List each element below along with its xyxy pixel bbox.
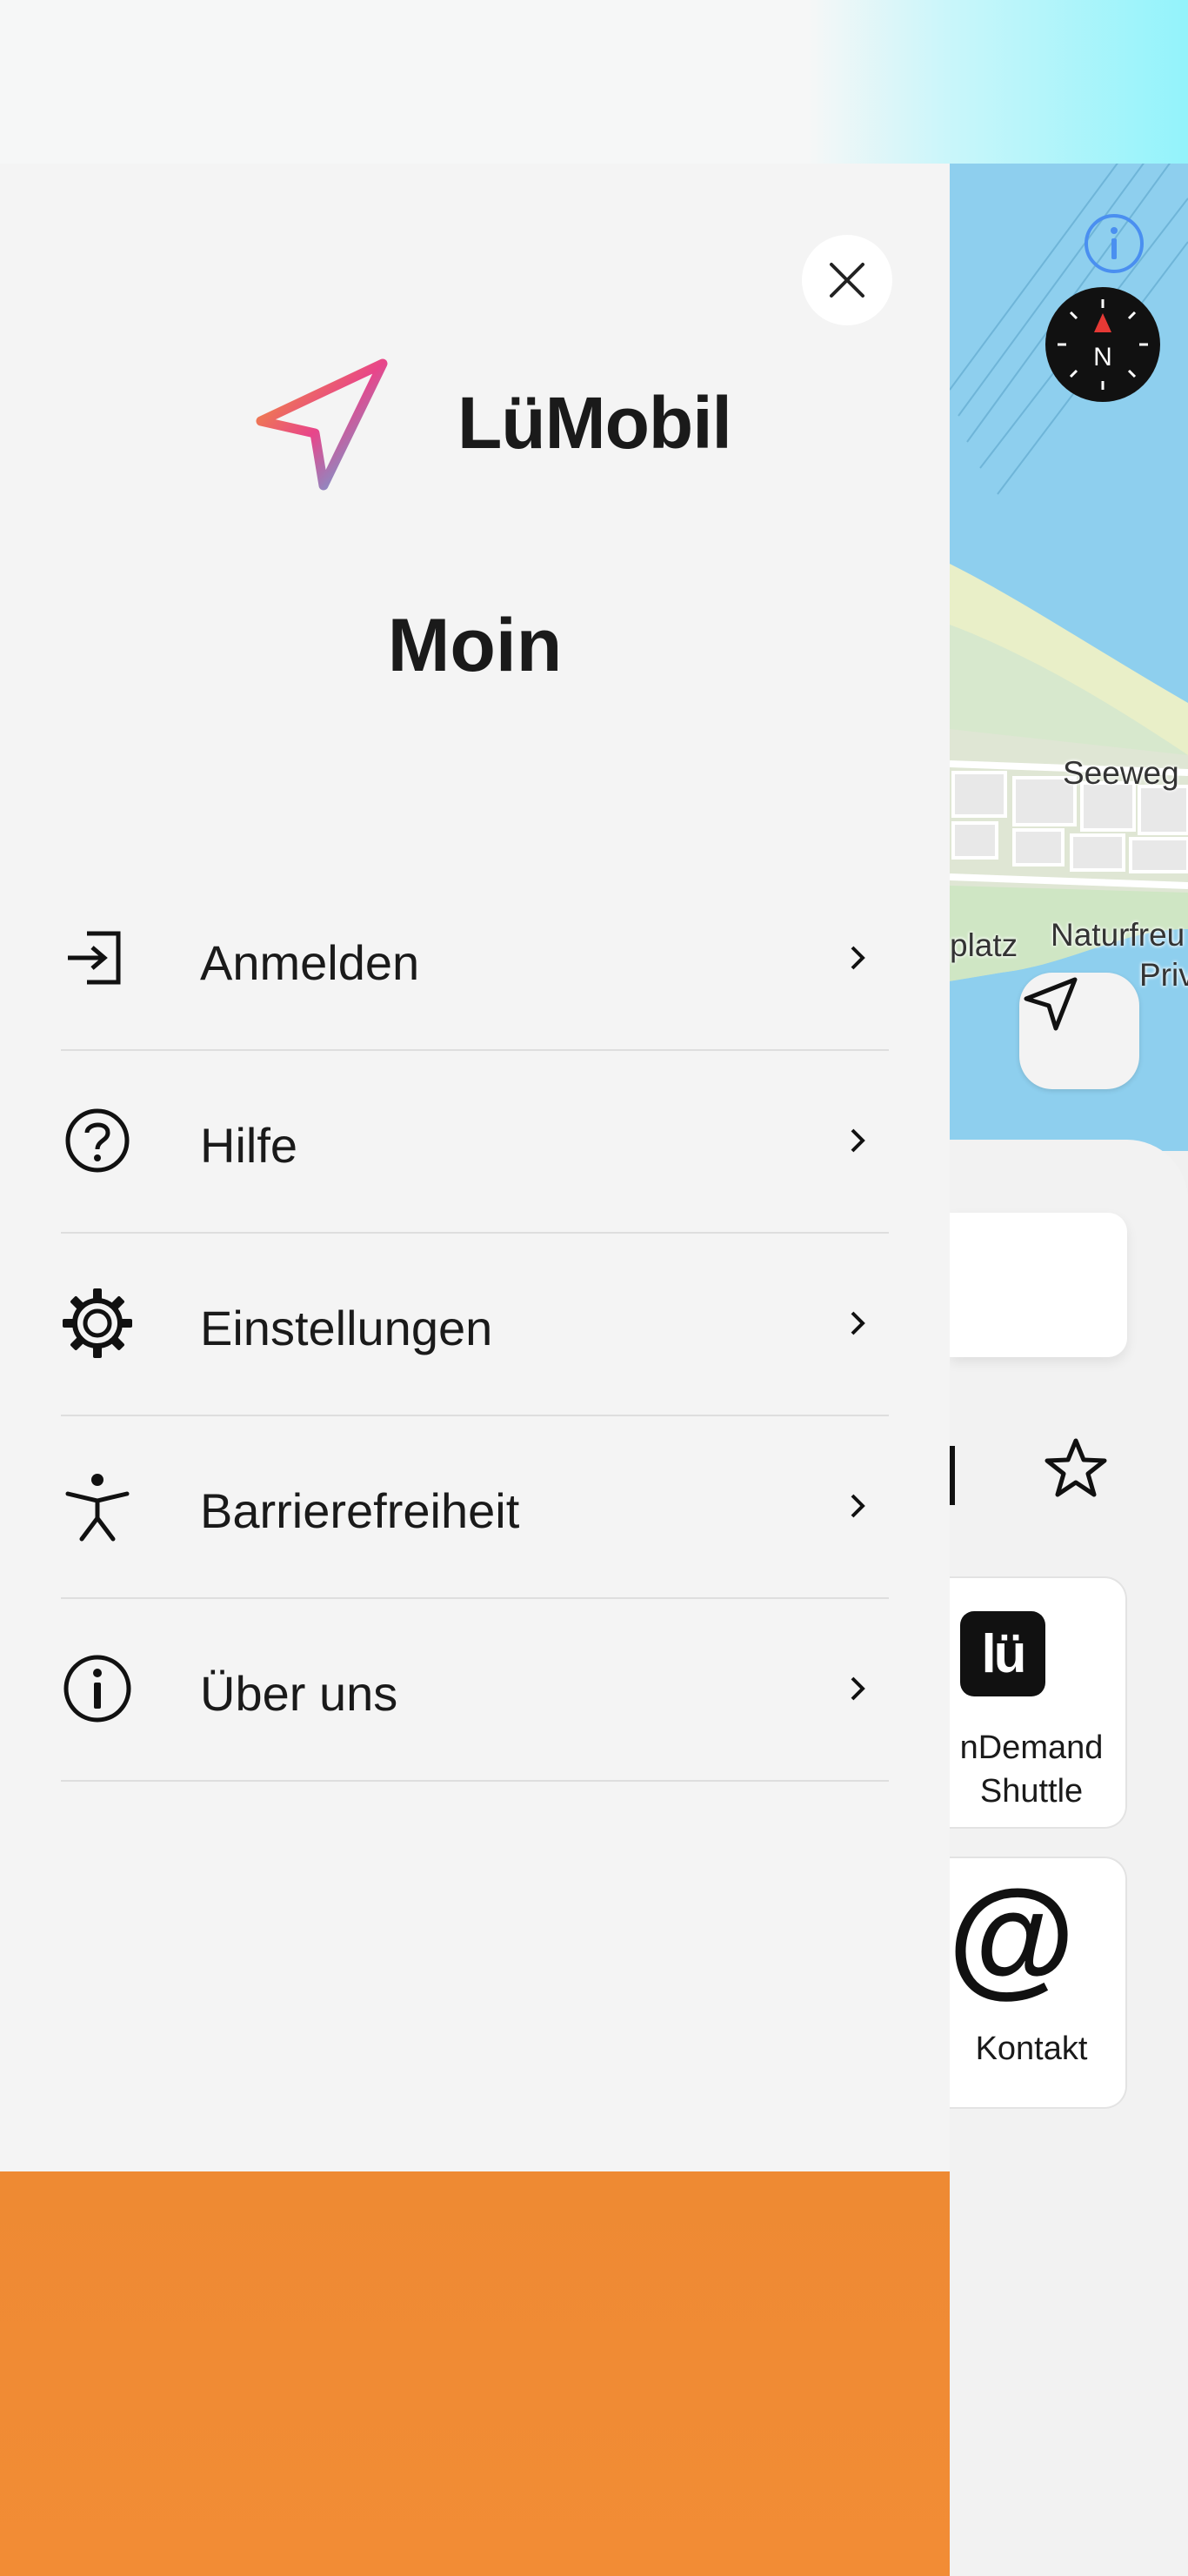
- side-drawer: LüMobil Moin Anmelden Hilfe Einstellunge…: [0, 164, 950, 2171]
- menu-item-help[interactable]: Hilfe: [61, 1051, 889, 1234]
- help-circle-icon: [65, 1108, 130, 1173]
- chevron-right-icon: [851, 1311, 865, 1335]
- menu-item-label: Barrierefreiheit: [200, 1483, 520, 1538]
- gear-icon: [63, 1288, 132, 1358]
- app-brand: LüMobil: [252, 353, 774, 492]
- app-name: LüMobil: [457, 382, 732, 464]
- greeting-heading: Moin: [387, 604, 563, 687]
- menu-item-about[interactable]: Über uns: [61, 1599, 889, 1782]
- menu-item-settings[interactable]: Einstellungen: [61, 1234, 889, 1416]
- tile-contact[interactable]: @ Kontakt: [950, 1857, 1127, 2109]
- chevron-right-icon: [851, 1128, 865, 1153]
- map-label-private: Priv: [1139, 957, 1188, 993]
- map-info-icon[interactable]: [1082, 211, 1146, 276]
- chevron-right-icon: [851, 946, 865, 970]
- close-drawer-button[interactable]: [802, 235, 892, 325]
- locate-me-button[interactable]: [1019, 973, 1139, 1089]
- drawer-menu: Anmelden Hilfe Einstellungen Barrierefre…: [61, 868, 889, 1782]
- info-circle-icon: [63, 1655, 131, 1723]
- tile-label: Kontakt: [975, 2031, 1088, 2067]
- chevron-right-icon: [851, 1494, 865, 1518]
- menu-item-accessibility[interactable]: Barrierefreiheit: [61, 1416, 889, 1599]
- menu-item-label: Anmelden: [200, 935, 420, 990]
- tile-label: nDemand Shuttle: [959, 1730, 1104, 1810]
- map-label-place: platz: [950, 927, 1018, 963]
- bottom-sheet: lü nDemand Shuttle @ Kontakt: [950, 1140, 1188, 2576]
- bottom-accent-bar: [0, 2171, 950, 2576]
- map-label-nature: Naturfreu: [1051, 917, 1185, 953]
- lumobil-logo-icon: [256, 358, 388, 491]
- navigation-arrow-icon: [1024, 977, 1078, 1031]
- menu-item-label: Über uns: [200, 1666, 398, 1721]
- compass-icon[interactable]: N: [1045, 287, 1160, 402]
- menu-item-login[interactable]: Anmelden: [61, 868, 889, 1051]
- top-status-strip: [0, 0, 1188, 164]
- map-label-street: Seeweg: [1063, 755, 1179, 791]
- menu-item-label: Einstellungen: [200, 1301, 493, 1355]
- chevron-right-icon: [851, 1676, 865, 1701]
- login-icon: [68, 931, 121, 985]
- tile-ondemand-shuttle[interactable]: lü nDemand Shuttle: [950, 1576, 1127, 1829]
- svg-text:N: N: [1093, 343, 1112, 371]
- accessibility-icon: [65, 1474, 130, 1542]
- lue-logo-icon: lü: [960, 1611, 1045, 1696]
- destination-search-field[interactable]: [950, 1213, 1127, 1357]
- close-icon: [830, 263, 864, 298]
- favorites-star-icon[interactable]: [1044, 1435, 1108, 1500]
- map-view[interactable]: Seeweg platz Naturfreu Priv N: [950, 164, 1188, 1151]
- at-sign-icon: @: [950, 1863, 1076, 2009]
- tab-divider: [950, 1446, 955, 1505]
- menu-item-label: Hilfe: [200, 1118, 298, 1173]
